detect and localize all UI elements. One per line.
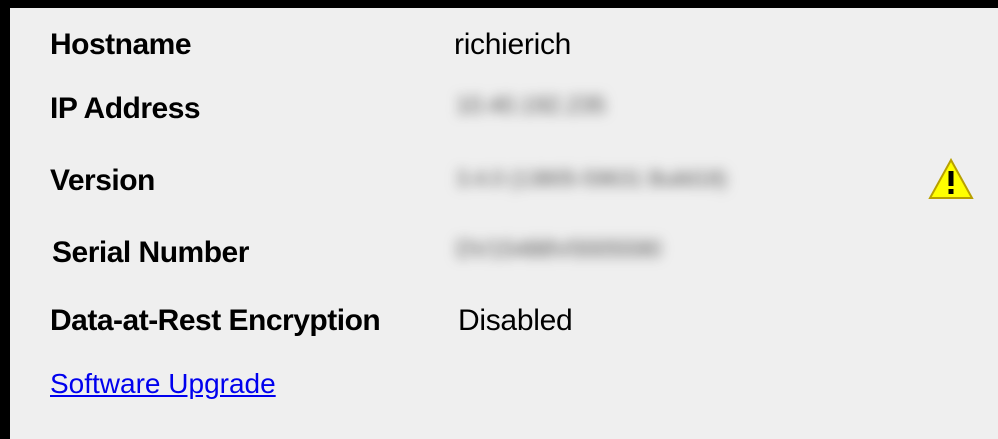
warning-triangle-icon (928, 158, 974, 199)
serial-number-label: Serial Number (52, 236, 249, 269)
ip-address-value: 10.40.192.235 (456, 92, 606, 119)
software-upgrade-link[interactable]: Software Upgrade (50, 368, 276, 400)
version-label: Version (50, 164, 155, 197)
hostname-value: richierich (454, 28, 572, 61)
encryption-value: Disabled (458, 304, 573, 337)
encryption-label: Data-at-Rest Encryption (50, 304, 381, 337)
version-value: 3.4.0 (13805-59631 Build18) (456, 166, 727, 191)
ip-address-label: IP Address (50, 92, 201, 125)
system-info-panel: Hostname richierich IP Address 10.40.192… (0, 0, 998, 439)
serial-number-value: DV15488V0005590 (456, 236, 662, 263)
hostname-label: Hostname (50, 28, 192, 61)
